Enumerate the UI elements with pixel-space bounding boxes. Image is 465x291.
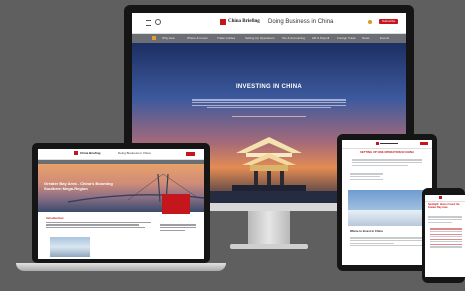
hero-title: INVESTING IN CHINA — [235, 84, 303, 90]
laptop-base — [16, 263, 226, 271]
home-icon[interactable] — [152, 36, 156, 40]
monitor-stand-base — [230, 244, 308, 249]
brand-name[interactable]: China Briefing — [228, 19, 260, 25]
phone-body — [428, 215, 462, 224]
brand-logo-mark — [74, 151, 78, 155]
subscribe-button[interactable]: Subscribe — [379, 19, 399, 25]
nav-item[interactable]: Events — [380, 36, 389, 40]
search-icon[interactable] — [155, 19, 161, 25]
tablet-header — [342, 140, 432, 149]
laptop-article-image — [50, 237, 90, 257]
hero-body-text — [192, 98, 346, 110]
tablet-headline: SETTING UP ONE OPERATION IN CHINA — [360, 150, 414, 154]
phone-header — [425, 195, 465, 202]
phone-headline: Spotlight: How to Invest the Greater Bay… — [428, 203, 460, 209]
tablet-subhead: Where to Invest in China — [350, 229, 383, 233]
nav-item[interactable]: News — [362, 36, 370, 40]
desktop-header: China Briefing Doing Business in China S… — [132, 13, 406, 34]
phone: Spotlight: How to Invest the Greater Bay… — [422, 188, 465, 283]
nav-item[interactable]: Setting Up Operations — [245, 36, 275, 40]
nav-item[interactable]: Tax & Accounting — [282, 36, 305, 40]
brand-logo-mark — [376, 142, 379, 145]
tablet-screen: SETTING UP ONE OPERATION IN CHINA Where … — [342, 140, 432, 265]
pagoda-image — [232, 137, 306, 191]
laptop-header: China Briefing Doing Business in China — [38, 149, 204, 160]
brand-tagline: Doing Business in China — [118, 151, 151, 155]
laptop-hero-card[interactable] — [162, 194, 190, 214]
brand-tagline: Doing Business in China — [268, 19, 334, 25]
tablet-city-image — [348, 190, 426, 226]
tablet-body — [350, 236, 424, 248]
desktop-nav: Why Asia Where & Invest Trade Guides Set… — [132, 34, 406, 43]
laptop-sidebar — [160, 223, 196, 232]
nav-item[interactable]: Trade Guides — [217, 36, 235, 40]
brand-logo-mark — [439, 196, 442, 199]
phone-screen: Spotlight: How to Invest the Greater Bay… — [425, 195, 465, 277]
laptop: China Briefing Doing Business in China G… — [16, 143, 226, 273]
user-icon[interactable] — [368, 20, 372, 24]
hamburger-icon[interactable] — [146, 20, 151, 26]
subscribe-button[interactable] — [420, 142, 428, 145]
brand-name-line — [380, 143, 398, 145]
tablet-intro — [352, 158, 422, 167]
nav-item[interactable]: Where & Invest — [187, 36, 208, 40]
monitor-stand-neck — [248, 211, 290, 247]
hero-link-text[interactable] — [232, 116, 306, 118]
nav-item[interactable]: HR & Payroll — [312, 36, 329, 40]
nav-item[interactable]: Why Asia — [162, 36, 175, 40]
brand-name[interactable]: China Briefing — [80, 151, 101, 155]
phone-list — [430, 227, 462, 249]
laptop-hero: Greater Bay Area - China's Booming South… — [38, 164, 204, 214]
subscribe-button[interactable] — [186, 152, 195, 156]
laptop-screen: China Briefing Doing Business in China G… — [38, 149, 204, 259]
laptop-section-label: Introduction — [46, 216, 64, 220]
laptop-headline: Greater Bay Area - China's Booming South… — [44, 181, 113, 191]
brand-logo-mark — [220, 19, 226, 25]
tablet-text-columns — [350, 172, 424, 181]
nav-item[interactable]: Foreign Trade — [337, 36, 356, 40]
